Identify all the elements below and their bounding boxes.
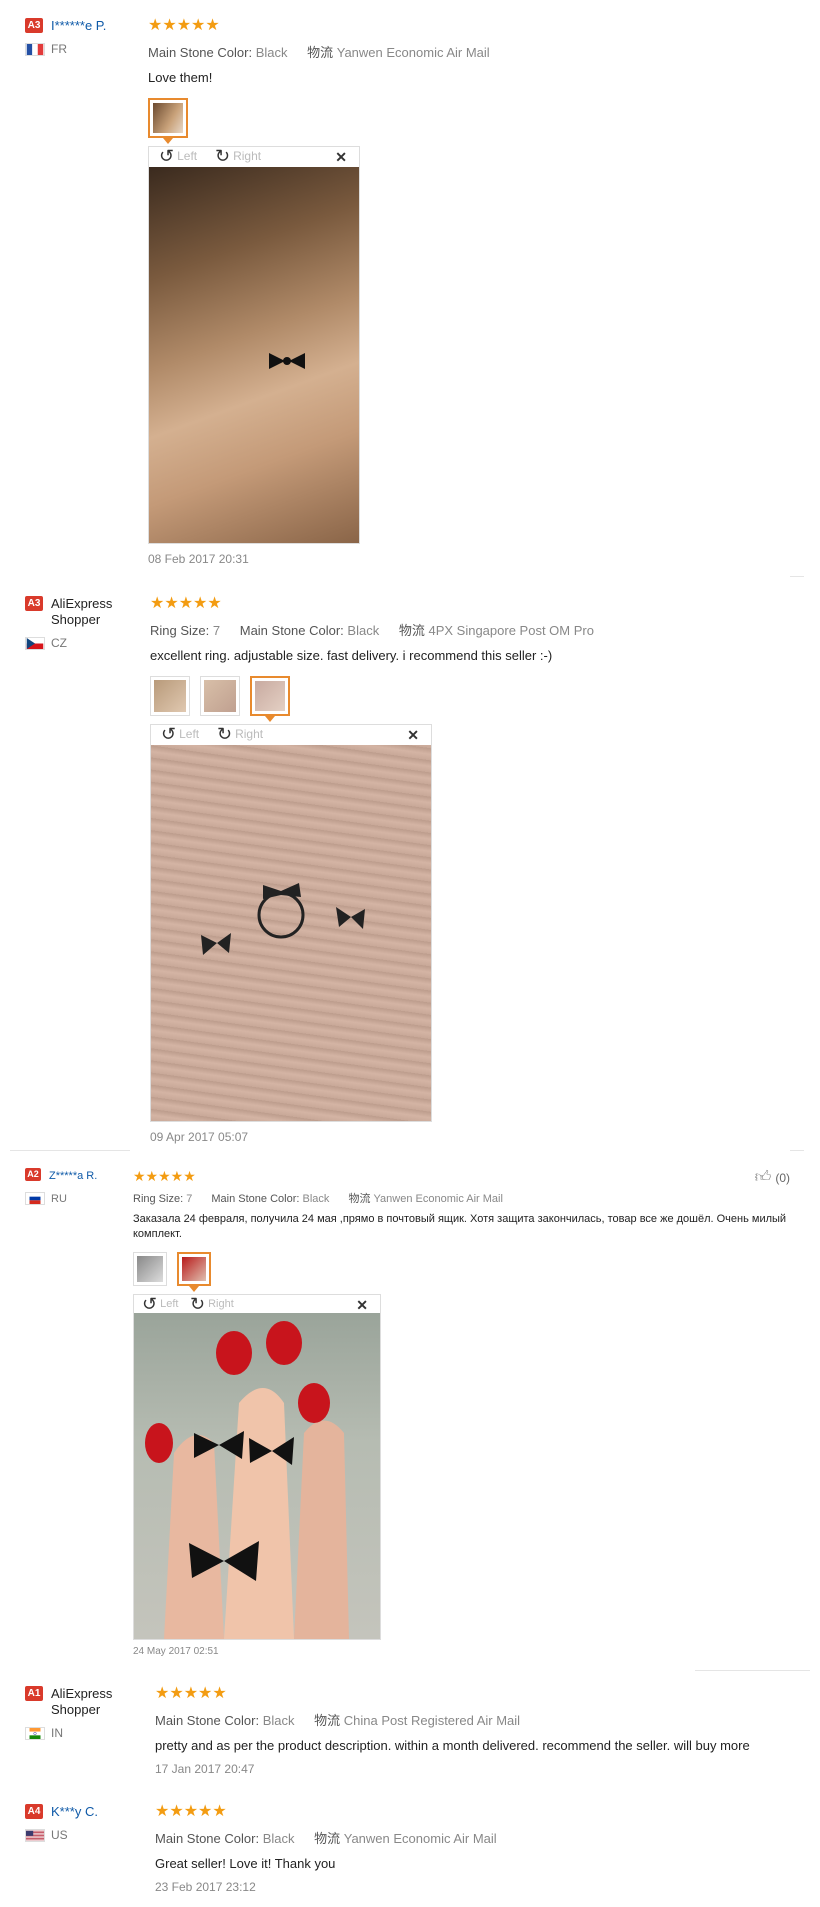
review-text: excellent ring. adjustable size. fast de… <box>150 648 553 663</box>
star-rating: ★★★★★ <box>150 595 222 612</box>
ring-and-earrings-shape <box>201 883 365 955</box>
review-photo <box>134 1313 380 1639</box>
order-attributes: Main Stone Color: Black 物流 Yanwen Econom… <box>148 45 490 60</box>
close-icon[interactable]: ✕ <box>407 727 419 744</box>
buyer-level-badge: A4 <box>25 1804 43 1819</box>
reviewer-info: A3 I******e P. FR <box>25 18 145 56</box>
review-date: 17 Jan 2017 20:47 <box>155 1762 255 1776</box>
flag-in-icon <box>25 1726 45 1740</box>
reviewer-country: CZ <box>51 636 67 650</box>
reviewer-info: A4 K***y C. US <box>25 1804 145 1842</box>
photo-thumbnail[interactable] <box>150 676 190 716</box>
close-icon[interactable]: ✕ <box>335 149 347 166</box>
review-photo <box>151 745 431 1121</box>
reviewer-name[interactable]: K***y C. <box>51 1804 98 1820</box>
review-text: Great seller! Love it! Thank you <box>155 1856 336 1871</box>
order-attributes: Ring Size: 7 Main Stone Color: Black 物流 … <box>150 623 594 638</box>
star-rating: ★★★★★ <box>155 1803 227 1820</box>
photo-thumbnails <box>133 1252 793 1292</box>
buyer-level-badge: A3 <box>25 18 43 33</box>
order-attributes: Ring Size: 7 Main Stone Color: Black 物流 … <box>133 1193 503 1205</box>
rotate-right-button[interactable]: ↻ Right <box>217 724 263 744</box>
reviewer-name: AliExpress Shopper <box>51 1686 113 1717</box>
review-date: 09 Apr 2017 05:07 <box>150 1130 249 1144</box>
photo-thumbnail[interactable] <box>200 676 240 716</box>
review-text: Заказала 24 февраля, получила 24 мая ,пр… <box>133 1213 787 1240</box>
review-date: 23 Feb 2017 23:12 <box>155 1880 256 1894</box>
reviewer-country: IN <box>51 1726 63 1740</box>
review-body: ★★★★★ Main Stone Color: Black 物流 Yanwen … <box>148 18 788 566</box>
flag-cz-icon <box>25 636 45 650</box>
order-attributes: Main Stone Color: Black 物流 Yanwen Econom… <box>155 1831 497 1846</box>
reviewer-country: US <box>51 1828 68 1842</box>
star-rating: ★★★★★ <box>148 17 220 34</box>
rotate-right-icon: ↻ <box>217 724 233 744</box>
close-icon[interactable]: ✕ <box>356 1297 368 1314</box>
earring-shape <box>269 353 305 369</box>
flag-ru-icon <box>25 1192 45 1205</box>
photo-viewer: ↺ Left ↻ Right ✕ <box>150 724 432 1122</box>
review-date: 24 May 2017 02:51 <box>133 1646 219 1657</box>
review-text: pretty and as per the product descriptio… <box>155 1738 750 1753</box>
star-rating: ★★★★★ <box>155 1685 227 1702</box>
divider <box>790 1150 804 1151</box>
rotate-left-icon: ↺ <box>142 1294 158 1314</box>
flag-fr-icon <box>25 42 45 56</box>
photo-thumbnail[interactable] <box>133 1252 167 1286</box>
reviewer-info: A2 Z*****a R. RU <box>25 1168 145 1205</box>
rotate-right-icon: ↻ <box>215 146 231 166</box>
rotate-left-button[interactable]: ↺ Left <box>161 724 199 744</box>
reviewer-country: FR <box>51 42 67 56</box>
divider <box>790 576 804 577</box>
rotate-left-icon: ↺ <box>159 146 175 166</box>
order-attributes: Main Stone Color: Black 物流 China Post Re… <box>155 1713 521 1728</box>
rotate-right-button[interactable]: ↻ Right <box>190 1294 234 1314</box>
rotate-left-button[interactable]: ↺ Left <box>142 1294 178 1314</box>
rotate-left-icon: ↺ <box>161 724 177 744</box>
buyer-level-badge: A3 <box>25 596 43 611</box>
review-photo <box>149 167 359 543</box>
reviewer-name[interactable]: I******e P. <box>51 18 106 34</box>
reviewer-name[interactable]: Z*****a R. <box>49 1168 97 1184</box>
star-rating: ★★★★★ <box>133 1168 196 1184</box>
divider <box>10 1150 130 1151</box>
rotate-right-icon: ↻ <box>190 1294 206 1314</box>
buyer-level-badge: A1 <box>25 1686 43 1701</box>
reviewer-info: A3 AliExpress Shopper CZ <box>25 596 145 650</box>
photo-thumbnails <box>148 98 788 144</box>
reviewer-country: RU <box>51 1192 67 1205</box>
photo-viewer: ↺ Left ↻ Right ✕ <box>148 146 360 544</box>
review-body: ★★★★★ Main Stone Color: Black 物流 Yanwen … <box>155 1803 805 1895</box>
review-date: 08 Feb 2017 20:31 <box>148 552 249 566</box>
flag-us-icon <box>25 1828 45 1842</box>
review-body: ★★★★★ Main Stone Color: Black 物流 China P… <box>155 1685 805 1777</box>
photo-thumbnail[interactable] <box>250 676 290 722</box>
photo-thumbnails <box>150 676 790 722</box>
review-body: ★★★★★ Ring Size: 7 Main Stone Color: Bla… <box>133 1168 793 1657</box>
nails-and-rings-shape <box>145 1321 349 1639</box>
rotate-right-button[interactable]: ↻ Right <box>215 146 261 166</box>
reviewer-name: AliExpress Shopper <box>51 596 113 627</box>
divider <box>695 1670 810 1671</box>
photo-viewer: ↺ Left ↻ Right ✕ <box>133 1294 381 1640</box>
review-body: ★★★★★ Ring Size: 7 Main Stone Color: Bla… <box>150 596 790 1144</box>
photo-thumbnail[interactable] <box>148 98 188 144</box>
photo-thumbnail[interactable] <box>177 1252 211 1292</box>
review-text: Love them! <box>148 70 213 85</box>
buyer-level-badge: A2 <box>25 1168 41 1181</box>
reviewer-info: A1 AliExpress Shopper IN <box>25 1686 145 1740</box>
rotate-left-button[interactable]: ↺ Left <box>159 146 197 166</box>
